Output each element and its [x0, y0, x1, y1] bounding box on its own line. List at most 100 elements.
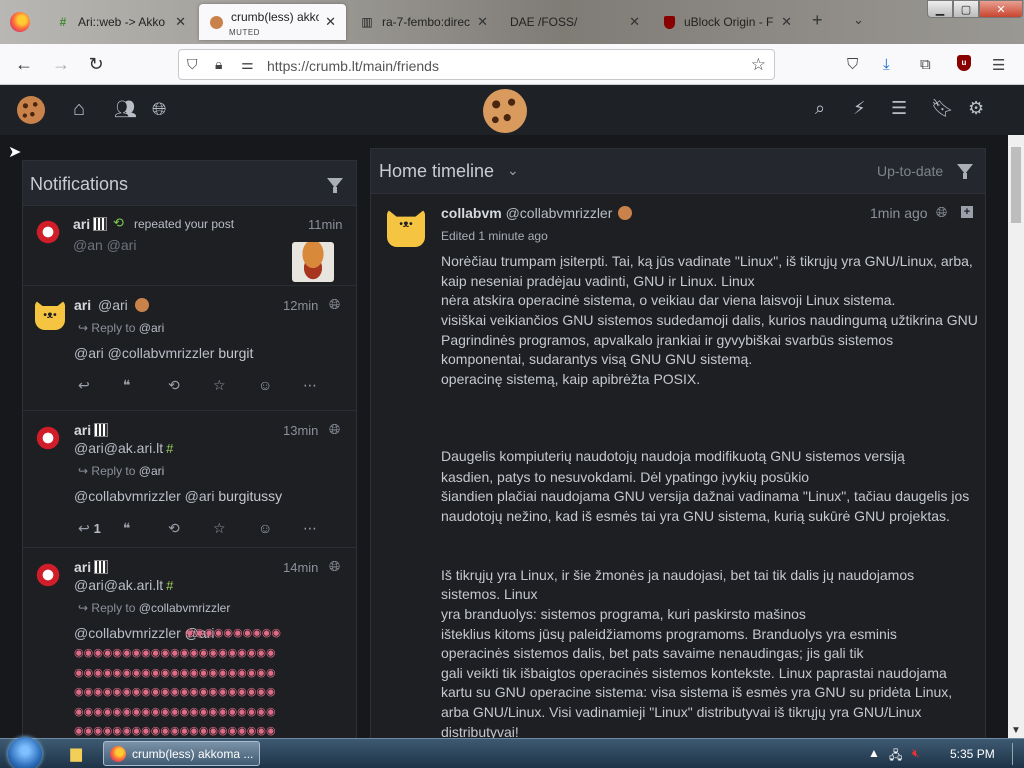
start-button[interactable]	[8, 737, 42, 768]
system-clock[interactable]: 5:35 PM	[950, 747, 995, 761]
browser-tab[interactable]: uBlock Origin - F ✕	[652, 4, 802, 40]
quote-icon[interactable]: ❝	[123, 520, 168, 537]
notification-item[interactable]: ari 13min 🌐︎ @ari@ak.ari.lt # ↪ Reply to …	[23, 411, 356, 548]
close-tab-icon[interactable]: ✕	[781, 14, 792, 30]
minimize-button[interactable]: ▁	[927, 0, 953, 18]
lock-icon[interactable]: 🔒︎	[215, 56, 222, 73]
favorite-star-icon[interactable]: ☆	[213, 520, 258, 537]
notification-username[interactable]: ari	[74, 297, 91, 313]
close-tab-icon[interactable]: ✕	[629, 14, 640, 30]
expand-icon[interactable]: +	[961, 206, 973, 218]
bolt-icon[interactable]: ⚡︎	[853, 98, 866, 119]
reload-icon[interactable]: ↻	[85, 54, 107, 74]
ublock-origin-icon[interactable]: u	[957, 55, 971, 71]
notification-time[interactable]: 14min	[283, 560, 318, 575]
show-desktop-button[interactable]	[1012, 743, 1024, 765]
more-options-icon[interactable]: ⋯	[303, 520, 348, 537]
notification-username[interactable]: ari	[74, 559, 109, 575]
emoji-react-icon[interactable]: ☺	[258, 520, 303, 537]
browser-tab-active[interactable]: crumb(less) akkoma MUTED ✕	[199, 4, 346, 40]
permissions-icon[interactable]: ⚌	[241, 56, 254, 73]
notification-time[interactable]: 12min	[283, 298, 318, 313]
notification-item[interactable]: ari 14min 🌐︎ @ari@ak.ari.lt # ↪ Reply to …	[23, 548, 356, 739]
site-logo-icon[interactable]	[483, 89, 527, 133]
list-all-tabs-button[interactable]: ⌄	[853, 12, 864, 28]
post-author[interactable]: collabvm @collabvmrizzler	[441, 205, 633, 221]
close-tab-icon[interactable]: ✕	[477, 14, 488, 30]
notification-time[interactable]: 11min	[308, 217, 342, 232]
notification-handle[interactable]: @an @ari	[73, 237, 136, 253]
avatar[interactable]	[35, 425, 61, 451]
favorite-star-icon[interactable]: ☆	[213, 377, 258, 394]
page-scrollbar[interactable]: ▼	[1008, 135, 1024, 738]
reply-icon[interactable]: ↩	[78, 377, 123, 394]
quote-icon[interactable]: ❝	[123, 377, 168, 394]
pocket-icon[interactable]: ⛉	[847, 56, 858, 73]
repeat-icon[interactable]: ⟲	[168, 377, 213, 394]
firefox-icon[interactable]	[10, 12, 30, 32]
notification-handle[interactable]: @ari@ak.ari.lt #	[74, 577, 173, 593]
url-text[interactable]: https://crumb.lt/main/friends	[267, 58, 439, 74]
gear-icon[interactable]: ⚙	[968, 98, 984, 119]
close-window-button[interactable]: ✕	[979, 0, 1023, 18]
scrollbar-thumb[interactable]	[1011, 147, 1021, 223]
taskbar-firefox-button[interactable]: crumb(less) akkoma ...	[103, 741, 260, 766]
timeline-title[interactable]: Home timeline	[379, 161, 494, 182]
browser-tab[interactable]: # Ari::web -> Akko ✕	[46, 4, 196, 40]
instance-logo-icon[interactable]	[17, 96, 45, 124]
downloads-icon[interactable]: ⤓	[883, 56, 890, 73]
notification-handle[interactable]: @ari@ak.ari.lt #	[74, 440, 173, 456]
bookmark-icon[interactable]: 🔖︎	[931, 98, 954, 119]
post-text-line: kasdien, patys to nesuvokdami. Dėl ypati…	[441, 469, 810, 485]
notification-item[interactable]: ari ⟲ repeated your post 11min @an @ari	[23, 206, 356, 286]
back-arrow-icon[interactable]: ←	[13, 54, 35, 74]
post-thumbnail-image[interactable]	[292, 242, 334, 282]
forward-arrow-icon[interactable]: →	[50, 54, 72, 74]
explorer-folder-icon[interactable]: ▆	[62, 744, 90, 764]
post-text-line: visiškai veikiančios GNU sistemos sudeda…	[441, 312, 978, 328]
reply-to[interactable]: ↪ Reply to @ari	[78, 321, 164, 335]
post-avatar[interactable]	[387, 209, 425, 247]
notification-handle[interactable]: @ari	[98, 297, 128, 313]
url-bar[interactable]: ⛉ 🔒︎ ⚌ https://crumb.lt/main/friends ☆	[178, 49, 775, 80]
filter-icon[interactable]	[327, 178, 343, 193]
list-icon[interactable]: ☰	[891, 98, 907, 119]
search-icon[interactable]: ⌕	[815, 98, 825, 119]
users-icon[interactable]: 👥︎	[114, 99, 137, 120]
fediverse-hashtag-icon: #	[166, 578, 174, 593]
notification-username[interactable]: ari	[74, 422, 109, 438]
filter-icon[interactable]	[957, 164, 973, 179]
library-icon: ▥	[361, 15, 373, 29]
repeat-icon[interactable]: ⟲	[168, 520, 213, 537]
browser-tab[interactable]: DAE /FOSS/ ✕	[500, 4, 650, 40]
new-tab-button[interactable]: +	[812, 10, 823, 31]
close-tab-icon[interactable]: ✕	[325, 14, 336, 30]
reply-to[interactable]: ↪ Reply to @collabvmrizzler	[78, 601, 230, 615]
home-icon[interactable]: ⌂	[73, 98, 85, 121]
network-icon[interactable]: 🖧︎	[889, 746, 902, 767]
emoji-react-icon[interactable]: ☺	[258, 377, 303, 394]
browser-tab[interactable]: ▥ ra-7-fembo:direc ✕	[350, 4, 498, 40]
tracking-shield-icon[interactable]: ⛉	[187, 56, 198, 73]
avatar[interactable]	[35, 300, 65, 330]
notification-username[interactable]: ari	[73, 216, 108, 232]
bookmark-star-icon[interactable]: ☆	[751, 55, 766, 75]
menu-hamburger-icon[interactable]: ☰	[992, 56, 1005, 74]
notification-time[interactable]: 13min	[283, 423, 318, 438]
scroll-down-icon[interactable]: ▼	[1011, 725, 1021, 736]
notification-item[interactable]: ari @ari 12min 🌐︎ ↪ Reply to @ari @ari @…	[23, 286, 356, 411]
post-text-line: operacinę sistemą, kaip apibrėžta POSIX.	[441, 371, 701, 387]
globe-icon[interactable]: 🌐︎	[152, 99, 166, 120]
reply-icon[interactable]: ↩ 1	[78, 520, 123, 537]
more-options-icon[interactable]: ⋯	[303, 377, 348, 394]
post-time[interactable]: 1min ago	[870, 205, 928, 221]
volume-muted-icon[interactable]: 🔇︎	[912, 746, 920, 761]
avatar[interactable]	[35, 562, 61, 588]
close-tab-icon[interactable]: ✕	[175, 14, 186, 30]
avatar[interactable]	[35, 219, 61, 245]
extensions-icon[interactable]: ⧉	[920, 56, 931, 73]
show-hidden-icons-icon[interactable]: ▲	[868, 746, 880, 760]
maximize-button[interactable]: ▢	[953, 0, 979, 18]
reply-to[interactable]: ↪ Reply to @ari	[78, 464, 164, 478]
chevron-down-icon[interactable]: ⌄	[507, 162, 519, 179]
